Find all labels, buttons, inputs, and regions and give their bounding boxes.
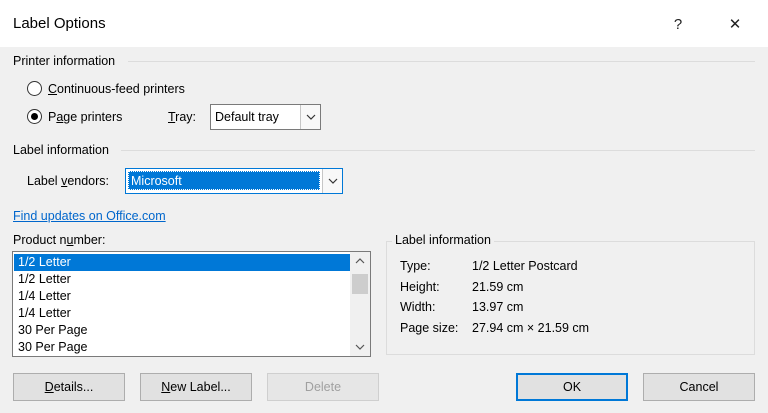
height-value: 21.59 cm <box>472 280 524 294</box>
label-vendors-label: Label vendors: <box>27 174 110 188</box>
printer-information-divider <box>128 61 755 62</box>
ok-button[interactable]: OK <box>516 373 628 401</box>
label-information-heading: Label information <box>13 143 109 157</box>
continuous-feed-label[interactable]: Continuous-feed printers <box>48 82 185 96</box>
find-updates-link[interactable]: Find updates on Office.com <box>13 209 166 223</box>
label-vendors-dropdown[interactable]: Microsoft <box>125 168 343 194</box>
label-vendor-value: Microsoft <box>128 171 320 190</box>
tray-value: Default tray <box>215 110 279 124</box>
close-icon: ✕ <box>728 16 742 33</box>
help-button[interactable]: ? <box>661 9 695 39</box>
scroll-down-button[interactable] <box>350 338 370 356</box>
continuous-feed-radio[interactable] <box>27 81 42 96</box>
list-item[interactable]: 1/4 Letter <box>14 305 350 322</box>
list-item[interactable]: 30 Per Page <box>14 339 350 356</box>
list-item[interactable]: 30 Per Page <box>14 322 350 339</box>
scroll-thumb[interactable] <box>352 274 368 294</box>
list-item[interactable]: 1/4 Letter <box>14 288 350 305</box>
tray-dropdown[interactable]: Default tray <box>210 104 321 130</box>
list-scrollbar[interactable] <box>350 252 370 356</box>
question-mark-icon: ? <box>673 15 683 33</box>
chevron-up-icon <box>355 258 365 264</box>
title-bar: Label Options ? ✕ <box>0 0 768 47</box>
chevron-down-icon[interactable] <box>322 169 342 193</box>
page-printers-radio[interactable] <box>27 109 42 124</box>
type-value: 1/2 Letter Postcard <box>472 259 578 273</box>
page-size-value: 27.94 cm × 21.59 cm <box>472 321 590 335</box>
height-key: Height: <box>400 280 440 294</box>
details-button[interactable]: Details... <box>13 373 125 401</box>
label-details-title: Label information <box>392 233 494 247</box>
chevron-down-icon[interactable] <box>300 105 320 129</box>
dialog-title: Label Options <box>13 15 106 32</box>
scroll-up-button[interactable] <box>350 252 370 270</box>
page-size-key: Page size: <box>400 321 459 335</box>
list-item[interactable]: 1/2 Letter <box>14 271 350 288</box>
printer-information-heading: Printer information <box>13 54 116 68</box>
list-item[interactable]: 1/2 Letter <box>14 254 350 271</box>
delete-button[interactable]: Delete <box>267 373 379 401</box>
width-value: 13.97 cm <box>472 300 524 314</box>
tray-label: Tray: <box>168 110 197 124</box>
product-number-label: Product number: <box>13 233 106 247</box>
page-printers-label[interactable]: Page printers <box>48 110 122 124</box>
chevron-down-icon <box>355 344 365 350</box>
type-key: Type: <box>400 259 431 273</box>
new-label-button[interactable]: New Label... <box>140 373 252 401</box>
close-button[interactable]: ✕ <box>718 9 752 39</box>
label-options-dialog: Label Options ? ✕ Printer information Co… <box>0 0 768 413</box>
cancel-button[interactable]: Cancel <box>643 373 755 401</box>
product-number-list[interactable]: 1/2 Letter 1/2 Letter 1/4 Letter 1/4 Let… <box>12 251 371 357</box>
label-information-divider <box>121 150 755 151</box>
width-key: Width: <box>400 300 436 314</box>
